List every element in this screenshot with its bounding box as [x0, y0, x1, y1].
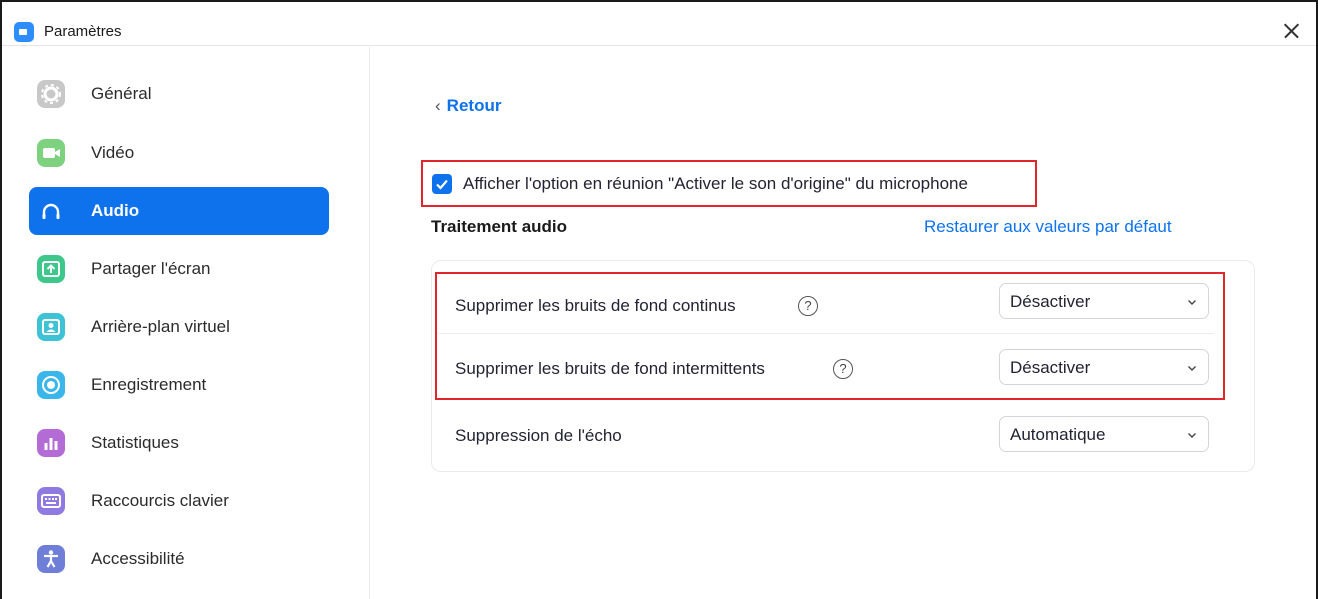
record-icon: [37, 371, 65, 399]
sidebar-item-share-screen[interactable]: Partager l'écran: [29, 245, 329, 293]
chevron-left-icon: ‹: [435, 96, 441, 115]
sidebar-item-label: Accessibilité: [91, 549, 185, 568]
select-value: Automatique: [1010, 425, 1106, 444]
chevron-down-icon: [1188, 300, 1196, 305]
original-sound-label: Afficher l'option en réunion "Activer le…: [463, 174, 968, 193]
headphones-icon: [37, 197, 65, 225]
chevron-down-icon: [1188, 433, 1196, 438]
sidebar-item-virtual-background[interactable]: Arrière-plan virtuel: [29, 303, 329, 351]
settings-window: Paramètres Général Vidéo Audio Partager …: [0, 0, 1318, 599]
help-icon[interactable]: ?: [798, 296, 818, 316]
sidebar-item-label: Statistiques: [91, 433, 179, 452]
sidebar-item-general[interactable]: Général: [29, 70, 329, 118]
sidebar-item-video[interactable]: Vidéo: [29, 129, 329, 177]
setting-label: Supprimer les bruits de fond intermitten…: [455, 359, 765, 378]
sidebar-item-label: Enregistrement: [91, 375, 207, 394]
original-sound-checkbox[interactable]: [432, 174, 452, 194]
sidebar-item-accessibility[interactable]: Accessibilité: [29, 535, 329, 583]
accessibility-icon: [37, 545, 65, 573]
statistics-icon: [37, 429, 65, 457]
sidebar-item-recording[interactable]: Enregistrement: [29, 361, 329, 409]
keyboard-icon: [37, 487, 65, 515]
sidebar-item-label: Général: [91, 84, 152, 103]
select-value: Désactiver: [1010, 292, 1091, 311]
setting-label: Suppression de l'écho: [455, 426, 622, 445]
virtual-background-icon: [37, 313, 65, 341]
checkmark-icon: [436, 179, 448, 190]
setting-label: Supprimer les bruits de fond continus: [455, 296, 736, 315]
back-label: Retour: [446, 96, 502, 115]
close-icon[interactable]: [1276, 16, 1306, 46]
back-link[interactable]: ‹ Retour: [435, 96, 501, 116]
share-screen-icon: [37, 255, 65, 283]
gear-icon: [37, 80, 65, 108]
help-icon[interactable]: ?: [833, 359, 853, 379]
video-camera-icon: [37, 139, 65, 167]
sidebar: Général Vidéo Audio Partager l'écran Arr…: [2, 47, 370, 599]
sidebar-item-label: Raccourcis clavier: [91, 491, 229, 510]
intermittent-noise-select[interactable]: Désactiver: [999, 349, 1209, 385]
sidebar-item-label: Partager l'écran: [91, 259, 211, 278]
chevron-down-icon: [1188, 366, 1196, 371]
select-value: Désactiver: [1010, 358, 1091, 377]
persistent-noise-select[interactable]: Désactiver: [999, 283, 1209, 319]
sidebar-item-label: Audio: [91, 201, 140, 220]
sidebar-item-keyboard-shortcuts[interactable]: Raccourcis clavier: [29, 477, 329, 525]
sidebar-item-audio[interactable]: Audio: [29, 187, 329, 235]
echo-cancellation-select[interactable]: Automatique: [999, 416, 1209, 452]
sidebar-item-label: Vidéo: [91, 143, 135, 162]
title-bar: Paramètres: [2, 2, 1316, 46]
restore-defaults-link[interactable]: Restaurer aux valeurs par défaut: [924, 217, 1172, 237]
sidebar-item-statistics[interactable]: Statistiques: [29, 419, 329, 467]
sidebar-item-label: Arrière-plan virtuel: [91, 317, 230, 336]
audio-settings-panel: ‹ Retour Afficher l'option en réunion "Ac…: [371, 47, 1316, 599]
zoom-app-icon: [14, 22, 34, 42]
window-title: Paramètres: [44, 23, 122, 40]
section-title: Traitement audio: [431, 217, 568, 236]
